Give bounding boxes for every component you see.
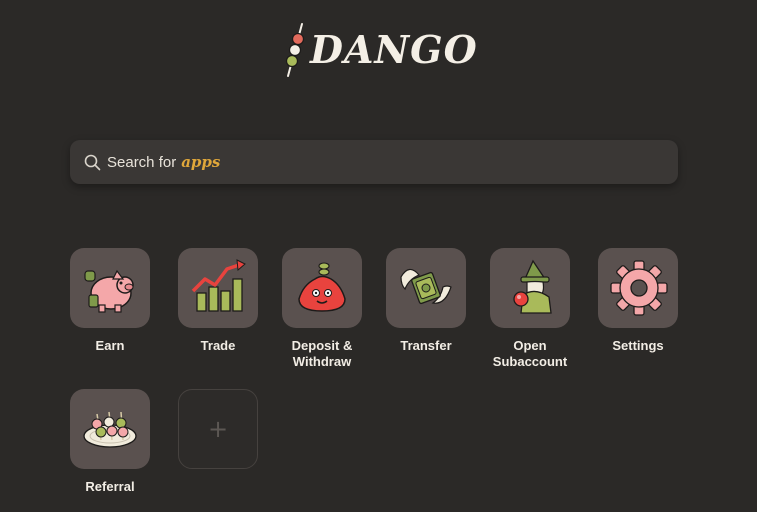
app-referral-label: Referral	[85, 479, 135, 494]
app-transfer-label: Transfer	[400, 338, 452, 353]
search-placeholder-accent: apps	[181, 153, 221, 171]
app-settings-tile[interactable]	[598, 248, 678, 328]
app-earn[interactable]: Earn	[70, 248, 150, 354]
search-placeholder: Search for	[107, 153, 177, 171]
app-earn-tile[interactable]	[70, 248, 150, 328]
gear-icon	[610, 260, 668, 316]
app-deposit-withdraw-label: Deposit & Withdraw	[291, 338, 353, 369]
app-transfer[interactable]: Transfer	[386, 248, 466, 354]
app-launcher: DANGO Search for apps Earn Trade Deposit…	[0, 0, 757, 512]
app-earn-label: Earn	[95, 338, 125, 353]
brand-name: DANGO	[310, 27, 478, 72]
dango-skewer-icon	[285, 23, 305, 77]
app-open-subaccount-label: Open Subaccount	[492, 338, 568, 369]
wizard-icon	[513, 259, 552, 314]
plus-icon: +	[207, 415, 229, 443]
app-deposit-withdraw-tile[interactable]	[282, 248, 362, 328]
app-referral-tile[interactable]	[70, 389, 150, 469]
winged-money-icon	[400, 268, 452, 305]
piggy-bank-icon	[84, 269, 134, 313]
app-trade-label: Trade	[200, 338, 236, 353]
app-trade-tile[interactable]	[178, 248, 258, 328]
app-referral[interactable]: Referral	[70, 389, 150, 495]
search-icon	[84, 154, 101, 170]
app-trade[interactable]: Trade	[178, 248, 258, 354]
app-settings-label: Settings	[612, 338, 664, 353]
bar-chart-arrow-icon	[191, 259, 246, 312]
app-open-subaccount[interactable]: Open Subaccount	[490, 248, 570, 370]
app-transfer-tile[interactable]	[386, 248, 466, 328]
dango-plate-icon	[83, 411, 137, 448]
money-bag-icon	[298, 262, 346, 312]
app-settings[interactable]: Settings	[598, 248, 678, 354]
dango-logo[interactable]: DANGO	[282, 22, 478, 78]
app-open-subaccount-tile[interactable]	[490, 248, 570, 328]
add-app-button[interactable]: +	[178, 389, 258, 469]
search-bar[interactable]: Search for apps	[70, 140, 678, 184]
app-deposit-withdraw[interactable]: Deposit & Withdraw	[282, 248, 362, 370]
